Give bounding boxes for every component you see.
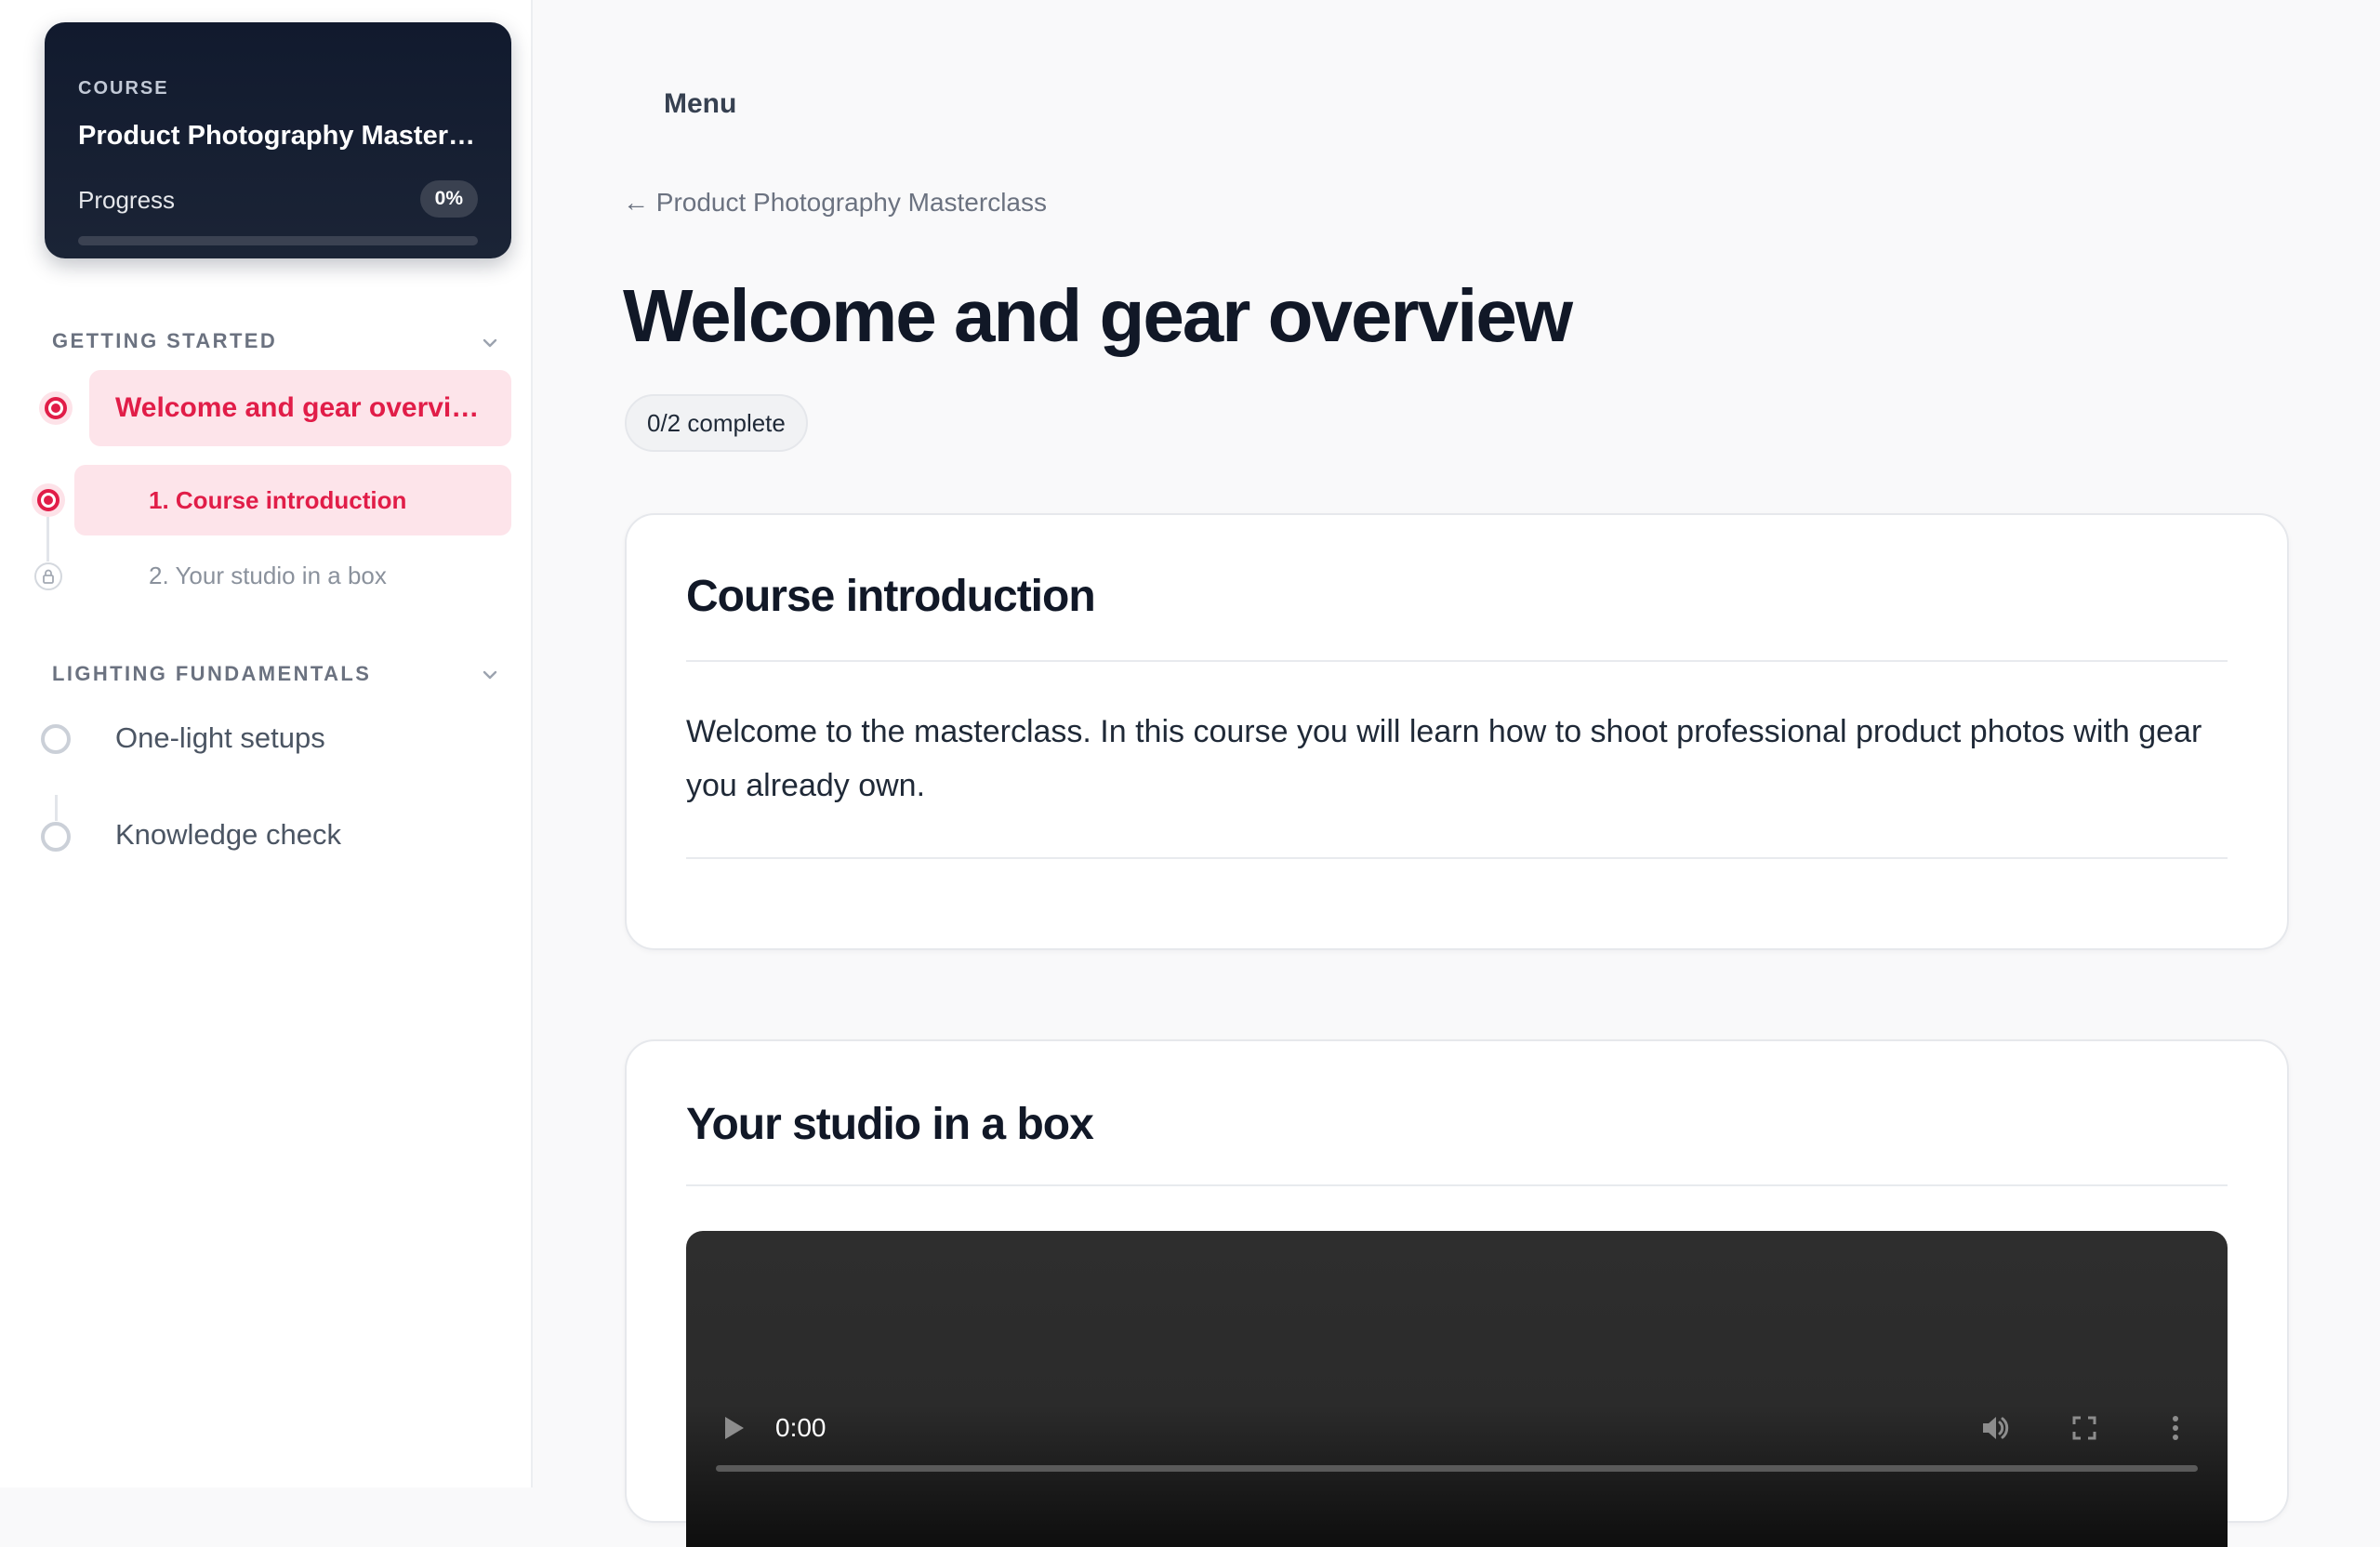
progress-percent-badge: 0% [419, 180, 478, 218]
content-card-course-introduction: Course introduction Welcome to the maste… [625, 513, 2289, 950]
course-sidebar: COURSE Product Photography Masterclass P… [0, 0, 533, 1488]
fullscreen-icon[interactable] [2068, 1411, 2101, 1445]
lesson-item-one-light-setups[interactable]: One-light setups [115, 721, 325, 755]
more-options-icon[interactable] [2159, 1411, 2192, 1445]
progress-bar [78, 236, 478, 245]
section-header-getting-started[interactable]: GETTING STARTED [52, 329, 277, 353]
lesson-title: Welcome and gear overview [115, 392, 487, 423]
play-icon[interactable] [720, 1413, 747, 1443]
menu-button[interactable]: Menu [651, 82, 749, 126]
lesson-status-circle-icon [41, 724, 71, 754]
divider [686, 660, 2228, 662]
chevron-down-icon[interactable] [480, 665, 500, 685]
back-to-course-link[interactable]: ← Product Photography Masterclass [623, 188, 1047, 218]
course-title: Product Photography Masterclass [78, 121, 487, 151]
course-card: COURSE Product Photography Masterclass P… [45, 22, 511, 258]
video-player[interactable]: 0:00 [686, 1231, 2228, 1547]
step-current-indicator-icon [32, 483, 65, 517]
step-connector [46, 517, 49, 562]
divider [686, 1184, 2228, 1186]
lesson-current-indicator-icon [39, 391, 73, 425]
chevron-down-icon[interactable] [480, 333, 500, 353]
course-card-label: COURSE [78, 78, 169, 99]
video-scrubber[interactable] [716, 1465, 2198, 1472]
lesson-status-circle-icon [41, 822, 71, 852]
lesson-item-knowledge-check[interactable]: Knowledge check [115, 818, 341, 852]
lesson-item-welcome-and-gear-overview[interactable]: Welcome and gear overview [89, 370, 511, 446]
lesson-connector [55, 795, 58, 821]
divider [686, 857, 2228, 859]
page-title: Welcome and gear overview [623, 274, 1573, 357]
content-card-your-studio-in-a-box: Your studio in a box 0:00 [625, 1039, 2289, 1547]
card-title: Course introduction [686, 572, 1096, 621]
lock-icon [34, 562, 62, 590]
video-current-time: 0:00 [775, 1413, 826, 1442]
card-body-text: Welcome to the masterclass. In this cour… [686, 714, 2202, 803]
progress-label: Progress [78, 186, 176, 214]
card-title: Your studio in a box [686, 1100, 1094, 1149]
step-item-your-studio-in-a-box[interactable]: 2. Your studio in a box [149, 562, 387, 590]
step-item-course-introduction[interactable]: 1. Course introduction [74, 465, 511, 536]
section-header-lighting-fundamentals[interactable]: LIGHTING FUNDAMENTALS [52, 662, 371, 686]
completion-badge: 0/2 complete [625, 394, 808, 452]
step-label: 1. Course introduction [149, 486, 407, 514]
volume-icon[interactable] [1978, 1411, 2012, 1445]
